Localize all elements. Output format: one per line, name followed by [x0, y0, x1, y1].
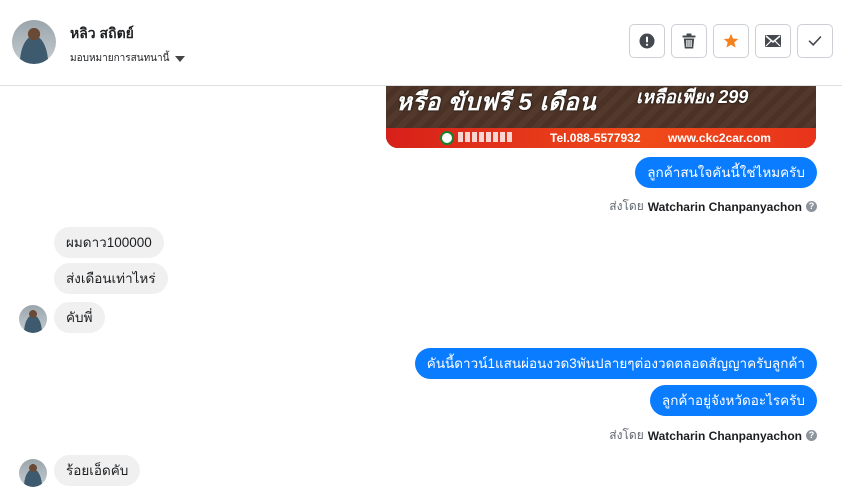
- message-bubble-outgoing[interactable]: ลูกค้าอยู่จังหวัดอะไรครับ: [649, 385, 817, 416]
- contact-name[interactable]: หลิว สถิตย์: [70, 23, 134, 45]
- message-bubble-incoming[interactable]: ร้อยเอ็ดคับ: [54, 455, 141, 486]
- banner-phone: Tel.088-5577932: [550, 131, 641, 145]
- question-circle-icon[interactable]: ?: [806, 430, 817, 441]
- envelope-icon: [765, 35, 781, 47]
- assign-conversation-dropdown[interactable]: มอบหมายการสนทนานี้: [70, 51, 186, 66]
- caret-down-icon: [175, 55, 186, 62]
- question-circle-icon[interactable]: ?: [806, 201, 817, 212]
- banner-website: www.ckc2car.com: [668, 131, 771, 145]
- banner-promo-left: หรือ ขับฟรี 5 เดือน: [396, 89, 597, 116]
- exclamation-circle-icon: [639, 33, 655, 49]
- message-bubble-incoming[interactable]: คับพี่: [54, 302, 105, 333]
- sent-by-agent[interactable]: Watcharin Chanpanyachon: [648, 429, 802, 443]
- attachment-image[interactable]: หรือ ขับฟรี 5 เดือน เหลือเพียง 299 Tel.0…: [386, 86, 816, 148]
- sent-by-prefix: ส่งโดย: [609, 199, 644, 213]
- star-icon: [723, 33, 739, 48]
- sent-by-line: ส่งโดย Watcharin Chanpanyachon ?: [609, 426, 817, 445]
- dealer-logo-icon: [440, 131, 454, 145]
- message-bubble-incoming[interactable]: ส่งเดือนเท่าไหร่: [54, 263, 168, 294]
- trash-icon: [682, 33, 696, 49]
- message-bubble-incoming[interactable]: ผมดาว100000: [54, 227, 164, 258]
- contact-avatar-small[interactable]: [19, 459, 47, 487]
- mark-unread-button[interactable]: [755, 24, 791, 58]
- delete-button[interactable]: [671, 24, 707, 58]
- sent-by-line: ส่งโดย Watcharin Chanpanyachon ?: [609, 197, 817, 216]
- spam-report-button[interactable]: [629, 24, 665, 58]
- message-bubble-outgoing[interactable]: คันนี้ดาวน์1แสนผ่อนงวด3พันปลายๆต่องวดตลอ…: [414, 348, 817, 379]
- assign-label: มอบหมายการสนทนานี้: [70, 53, 170, 64]
- sent-by-prefix: ส่งโดย: [609, 428, 644, 442]
- mark-done-button[interactable]: [797, 24, 833, 58]
- message-bubble-outgoing[interactable]: ลูกค้าสนใจคันนี้ใช่ไหมครับ: [635, 157, 817, 188]
- star-button[interactable]: [713, 24, 749, 58]
- banner-promo-right: เหลือเพียง 299: [636, 87, 749, 107]
- contact-avatar-small[interactable]: [19, 305, 47, 333]
- conversation-header: หลิว สถิตย์ มอบหมายการสนทนานี้: [0, 0, 842, 86]
- contact-avatar[interactable]: [12, 20, 56, 64]
- header-actions: [629, 24, 833, 58]
- dealer-logo-text: [458, 132, 514, 142]
- checkmark-icon: [808, 36, 822, 46]
- sent-by-agent[interactable]: Watcharin Chanpanyachon: [648, 200, 802, 214]
